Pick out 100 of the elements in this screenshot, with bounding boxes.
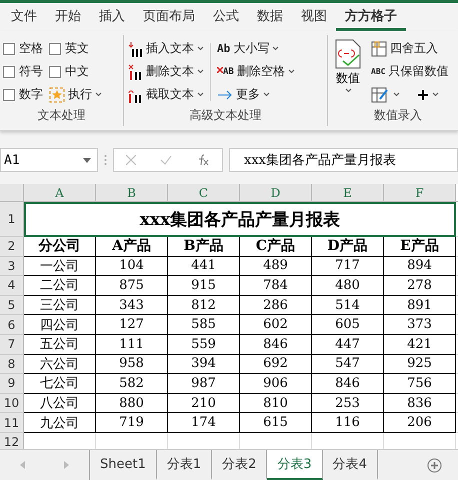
- ribbon-button[interactable]: AB 删除空格: [217, 62, 295, 81]
- row-header[interactable]: 9: [0, 374, 24, 394]
- table-cell: 286: [240, 296, 312, 316]
- check-icon[interactable]: [160, 155, 172, 165]
- table-cell: C产品: [240, 237, 312, 257]
- checkbox[interactable]: [3, 42, 15, 54]
- ribbon-button[interactable]: ABC 只保留数值: [371, 62, 448, 81]
- table-cell: 925: [384, 354, 456, 374]
- sheet-tab[interactable]: 分表1: [156, 450, 212, 480]
- caret-icon: [95, 92, 102, 97]
- ribbon-tab[interactable]: 页面布局: [134, 3, 204, 31]
- run-button[interactable]: 执行: [49, 85, 102, 104]
- table-cell: 104: [96, 256, 168, 276]
- checkbox-label: 英文: [65, 40, 89, 57]
- row-header[interactable]: 7: [0, 334, 24, 355]
- table-cell: 480: [312, 276, 384, 296]
- column-header[interactable]: C: [168, 184, 240, 202]
- checkbox[interactable]: [3, 88, 15, 100]
- table-cell: 174: [168, 413, 240, 433]
- row-header[interactable]: 10: [0, 394, 24, 414]
- table-icon: [371, 40, 387, 56]
- table-cell: 394: [168, 354, 240, 374]
- insert-text-icon: [127, 40, 143, 56]
- column-header[interactable]: A: [24, 184, 96, 202]
- group-label: 数值录入: [373, 107, 423, 124]
- table-cell: 756: [384, 374, 456, 394]
- ribbon-button[interactable]: 四舍五入: [371, 39, 448, 58]
- table-cell: 四公司: [24, 315, 96, 335]
- ribbon-tab[interactable]: 插入: [90, 3, 134, 31]
- icon-label: AB: [223, 66, 234, 76]
- table-cell: 784: [240, 276, 312, 296]
- ribbon-button[interactable]: 截取文本: [127, 85, 204, 104]
- table-cell: 987: [168, 374, 240, 394]
- table-cell: 605: [312, 315, 384, 335]
- table-cell: 915: [168, 276, 240, 296]
- table-cell: 441: [168, 256, 240, 276]
- name-box[interactable]: A1: [0, 148, 98, 172]
- checkbox-label: 中文: [65, 63, 89, 80]
- column-header[interactable]: E: [312, 184, 384, 202]
- checkbox[interactable]: [49, 66, 61, 78]
- formula-input[interactable]: xxx集团各产品产量月报表: [229, 148, 458, 172]
- number-button[interactable]: 数值: [331, 39, 365, 107]
- ribbon-tab[interactable]: 方方格子: [336, 3, 406, 31]
- table-cell: 615: [240, 413, 312, 433]
- table-cell: 六公司: [24, 354, 96, 374]
- table-cell: 253: [312, 394, 384, 414]
- ribbon-button[interactable]: 插入文本: [127, 39, 204, 58]
- row-header[interactable]: 5: [0, 296, 24, 316]
- row-header[interactable]: 1: [0, 202, 24, 237]
- ribbon-button[interactable]: Ab 大小写: [217, 39, 295, 58]
- table-edit-icon: [371, 86, 389, 102]
- row-header[interactable]: 2: [0, 237, 24, 257]
- row-header[interactable]: 8: [0, 354, 24, 374]
- checkbox[interactable]: [49, 42, 61, 54]
- ribbon-tab[interactable]: 文件: [2, 3, 46, 31]
- ribbon-tab[interactable]: 开始: [46, 3, 90, 31]
- table-cell: 421: [384, 334, 456, 355]
- table-cell: 210: [168, 394, 240, 414]
- add-sheet-icon[interactable]: [427, 458, 442, 472]
- table-cell: 906: [240, 374, 312, 394]
- table-cell: 373: [384, 315, 456, 335]
- table-cell: 分公司: [24, 237, 96, 257]
- table-cell: 五公司: [24, 334, 96, 355]
- caret-icon: [432, 92, 439, 97]
- table-cell: D产品: [312, 237, 384, 257]
- column-header[interactable]: B: [96, 184, 168, 202]
- table-cell: 111: [96, 334, 168, 355]
- table-cell: 875: [96, 276, 168, 296]
- table-cell: 846: [312, 374, 384, 394]
- sheet-tab[interactable]: Sheet1: [90, 450, 157, 480]
- cancel-icon[interactable]: [126, 155, 136, 165]
- table-cell: 九公司: [24, 413, 96, 433]
- ribbon-button[interactable]: 删除文本: [127, 62, 204, 81]
- row-header[interactable]: 3: [0, 256, 24, 276]
- table-cell: 717: [312, 256, 384, 276]
- table-cell: 二公司: [24, 276, 96, 296]
- table-cell: 559: [168, 334, 240, 355]
- column-header[interactable]: D: [240, 184, 312, 202]
- caret-icon: [393, 92, 400, 97]
- row-header[interactable]: 12: [0, 432, 24, 449]
- table-cell: 602: [240, 315, 312, 335]
- caret-icon: [344, 88, 352, 93]
- column-header[interactable]: F: [384, 184, 456, 202]
- ribbon-tab[interactable]: 数据: [248, 3, 292, 31]
- table-cell: 一公司: [24, 256, 96, 276]
- table-cell: E产品: [384, 237, 456, 257]
- caret-icon: [197, 69, 204, 74]
- ribbon-tab[interactable]: 视图: [292, 3, 336, 31]
- row-header[interactable]: 6: [0, 315, 24, 335]
- sheet-tab[interactable]: 分表4: [322, 450, 378, 480]
- sheet-tab[interactable]: 分表3: [267, 450, 323, 480]
- row-header[interactable]: 4: [0, 276, 24, 296]
- row-header[interactable]: 11: [0, 413, 24, 433]
- function-icon[interactable]: [196, 154, 210, 166]
- ribbon-button[interactable]: 更多: [217, 85, 295, 104]
- table-cell: A产品: [96, 237, 168, 257]
- ribbon-tab[interactable]: 公式: [204, 3, 248, 31]
- plus-icon[interactable]: [418, 90, 428, 100]
- table-cell: 547: [312, 354, 384, 374]
- checkbox[interactable]: [3, 66, 15, 78]
